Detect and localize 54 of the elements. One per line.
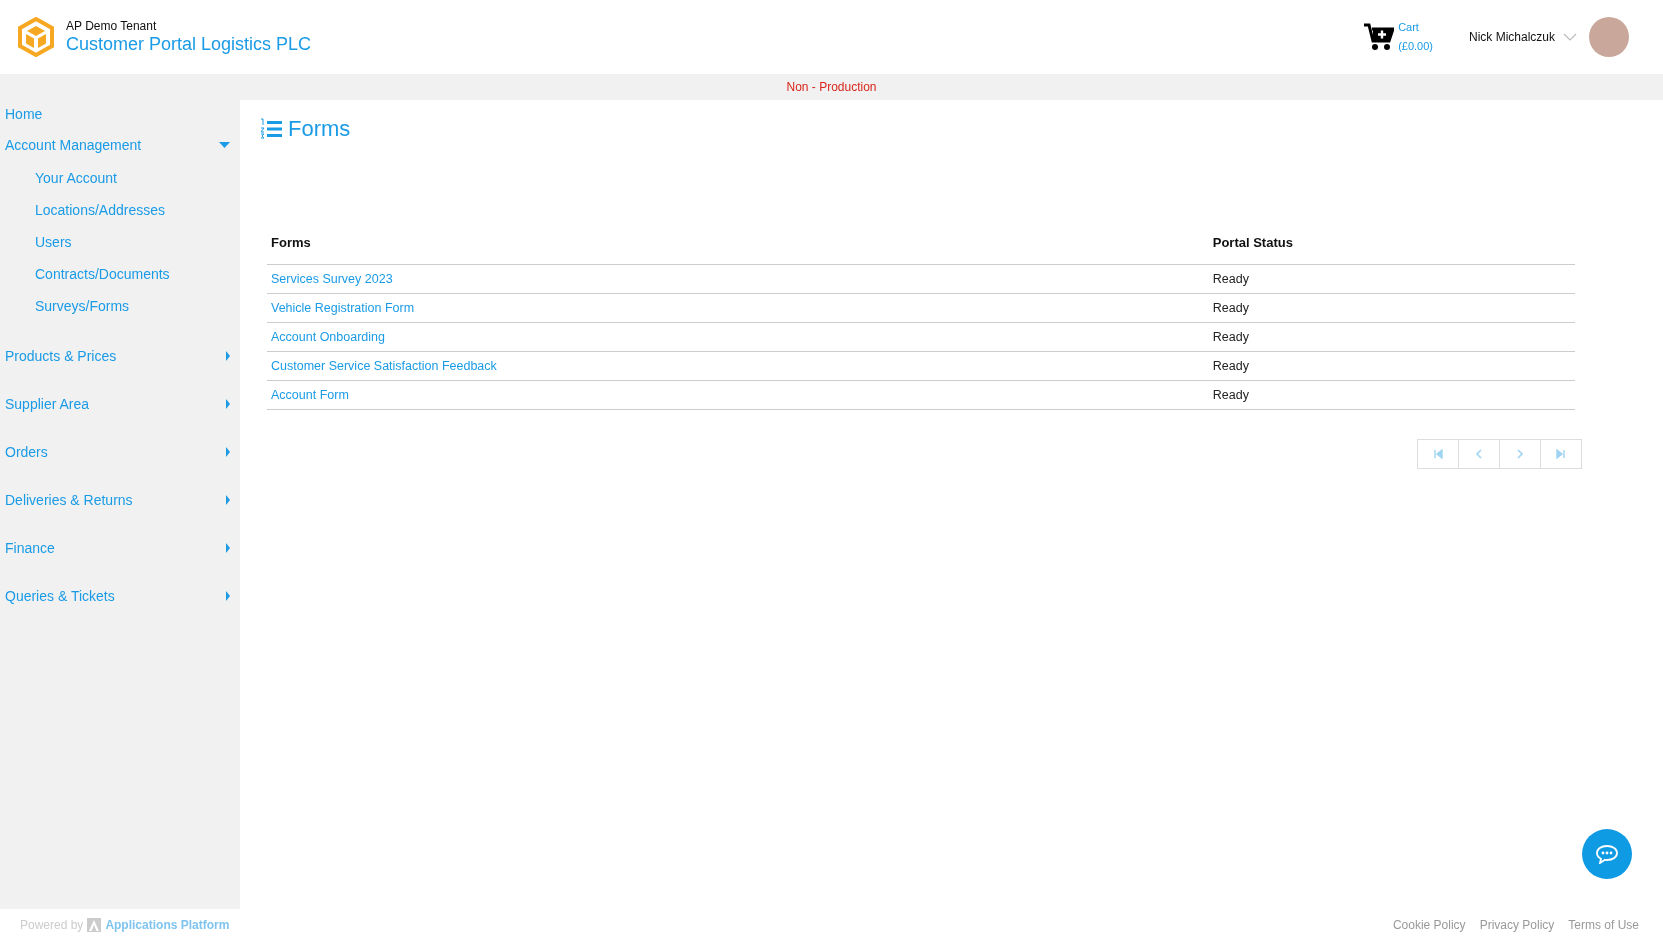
- caret-right-icon[interactable]: [226, 447, 230, 457]
- cart-total: (£0.00): [1398, 39, 1433, 54]
- footer-link[interactable]: Terms of Use: [1568, 918, 1639, 932]
- status-cell: Ready: [1208, 380, 1575, 410]
- last-icon: [1556, 449, 1566, 459]
- caret-right-icon[interactable]: [226, 351, 230, 361]
- chevron-down-icon[interactable]: [1563, 33, 1577, 41]
- column-header: Forms: [267, 220, 1209, 265]
- user-name[interactable]: Nick Michalczuk: [1469, 30, 1555, 44]
- column-header: Portal Status: [1208, 220, 1575, 265]
- caret-right-icon[interactable]: [226, 591, 230, 601]
- form-link[interactable]: Vehicle Registration Form: [271, 301, 415, 315]
- sidebar-subitem[interactable]: Contracts/Documents: [35, 266, 170, 282]
- form-link[interactable]: Account Onboarding: [271, 330, 385, 344]
- sidebar-item[interactable]: Orders: [5, 444, 48, 460]
- first-icon: [1433, 449, 1443, 459]
- previous-icon: [1474, 449, 1484, 459]
- caret-right-icon[interactable]: [226, 399, 230, 409]
- sidebar-item[interactable]: Deliveries & Returns: [5, 492, 133, 508]
- sidebar-subitem[interactable]: Your Account: [35, 170, 117, 186]
- form-link[interactable]: Account Form: [271, 388, 349, 402]
- sidebar-subitem[interactable]: Surveys/Forms: [35, 298, 130, 314]
- footer-link[interactable]: Privacy Policy: [1479, 918, 1555, 932]
- cube-logo-icon: [18, 17, 54, 57]
- sidebar-item[interactable]: Home: [5, 106, 43, 122]
- status-cell: Ready: [1208, 351, 1575, 381]
- sidebar-subitem[interactable]: Users: [35, 234, 72, 250]
- platform-link[interactable]: Applications Platform: [105, 918, 230, 932]
- sidebar-item[interactable]: Queries & Tickets: [5, 588, 115, 604]
- platform-logo-icon: [87, 918, 102, 932]
- sidebar-item[interactable]: Account Management: [5, 137, 142, 153]
- sidebar-item[interactable]: Products & Prices: [5, 348, 117, 364]
- chat-bubble-icon: [1595, 844, 1619, 864]
- status-cell: Ready: [1208, 322, 1575, 352]
- page-title: Forms: [288, 116, 351, 142]
- sidebar-item[interactable]: Finance: [5, 540, 55, 556]
- footer-link[interactable]: Cookie Policy: [1392, 918, 1466, 932]
- cart-icon[interactable]: [1364, 23, 1395, 51]
- environment-label: Non - Production: [786, 80, 877, 94]
- caret-right-icon[interactable]: [226, 495, 230, 505]
- next-icon: [1515, 449, 1525, 459]
- status-cell: Ready: [1208, 264, 1575, 294]
- caret-down-icon[interactable]: [219, 142, 230, 148]
- sidebar-item[interactable]: Supplier Area: [5, 396, 90, 412]
- cart-link[interactable]: Cart: [1398, 18, 1433, 37]
- tenant-name: AP Demo Tenant: [66, 19, 158, 33]
- user-avatar[interactable]: [1589, 17, 1629, 57]
- form-link[interactable]: Customer Service Satisfaction Feedback: [271, 359, 497, 373]
- form-link[interactable]: Services Survey 2023: [271, 272, 393, 286]
- numbered-list-icon: [260, 118, 282, 140]
- sidebar-subitem[interactable]: Locations/Addresses: [35, 202, 165, 218]
- status-cell: Ready: [1208, 293, 1575, 323]
- caret-right-icon[interactable]: [226, 543, 230, 553]
- portal-title: Customer Portal Logistics PLC: [66, 34, 312, 55]
